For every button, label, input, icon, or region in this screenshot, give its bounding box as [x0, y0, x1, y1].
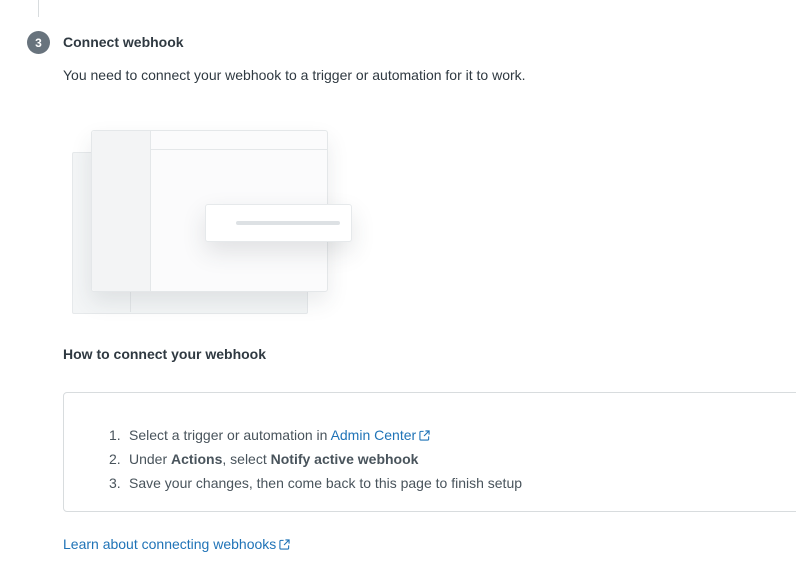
instruction-bold-actions: Actions	[171, 451, 223, 467]
step-connector-line	[38, 0, 39, 17]
instruction-number: 3.	[109, 475, 121, 491]
instruction-number: 1.	[109, 427, 121, 443]
instruction-text: Under	[129, 451, 172, 467]
step-description: You need to connect your webhook to a tr…	[63, 67, 526, 83]
instructions-list: 1. Select a trigger or automation in Admi…	[109, 427, 522, 499]
learn-link-wrap: Learn about connecting webhooks	[63, 536, 290, 552]
illustration-popup	[205, 204, 352, 242]
external-link-icon	[419, 430, 430, 441]
instruction-number: 2.	[109, 451, 121, 467]
webhook-illustration	[60, 120, 370, 330]
instruction-item: 2. Under Actions, select Notify active we…	[109, 451, 522, 475]
instruction-item: 3. Save your changes, then come back to t…	[109, 475, 522, 499]
instructions-box: 1. Select a trigger or automation in Admi…	[63, 392, 796, 512]
illustration-popup-line	[236, 221, 340, 225]
instruction-bold-notify: Notify active webhook	[270, 451, 419, 467]
external-link-icon	[279, 539, 290, 550]
learn-about-webhooks-link[interactable]: Learn about connecting webhooks	[63, 536, 290, 552]
instruction-text: Select a trigger or automation in	[129, 427, 331, 443]
howto-heading: How to connect your webhook	[63, 346, 267, 362]
instruction-item: 1. Select a trigger or automation in Admi…	[109, 427, 522, 451]
illustration-sidebar	[92, 131, 151, 291]
instruction-text: Save your changes, then come back to thi…	[129, 475, 523, 491]
illustration-topbar	[151, 149, 327, 150]
admin-center-link-label: Admin Center	[330, 427, 417, 443]
learn-link-label: Learn about connecting webhooks	[63, 536, 277, 552]
step-number-badge: 3	[27, 31, 50, 54]
instruction-text: , select	[222, 451, 271, 467]
step-title: Connect webhook	[63, 34, 184, 50]
admin-center-link[interactable]: Admin Center	[331, 427, 431, 443]
